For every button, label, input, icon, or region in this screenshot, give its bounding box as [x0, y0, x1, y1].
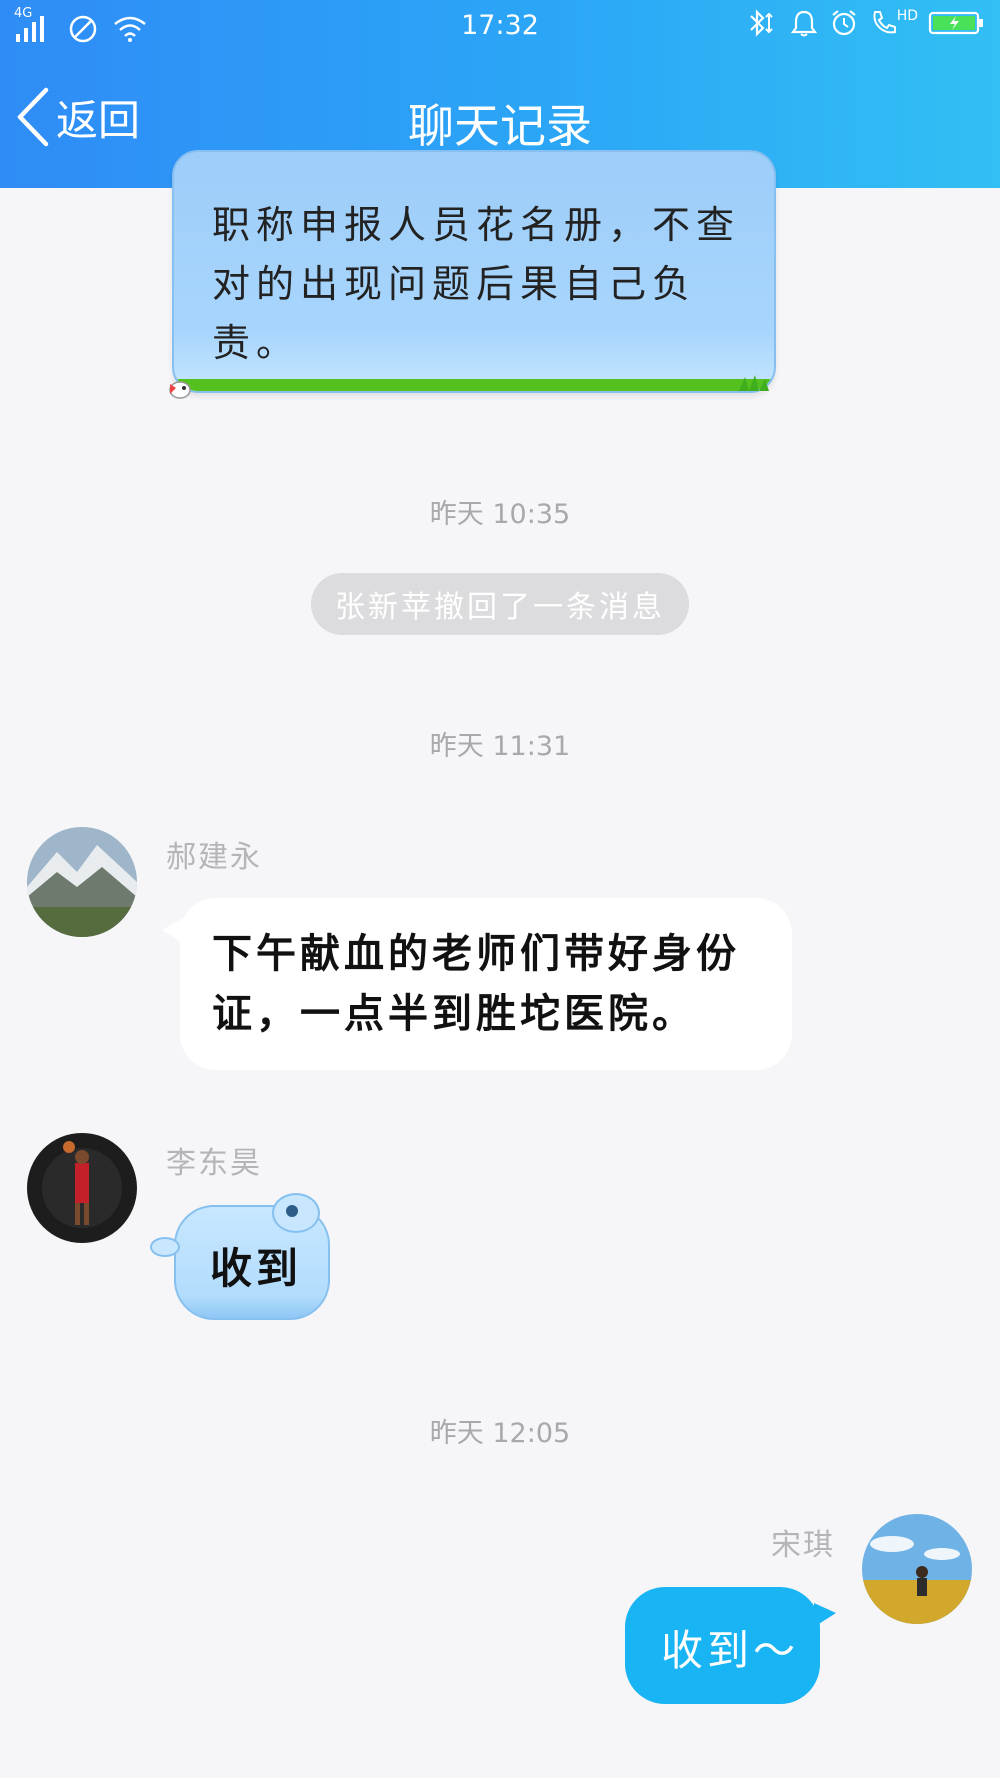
bubble-tail [150, 1237, 180, 1257]
avatar[interactable] [862, 1514, 972, 1624]
timestamp: 昨天 12:05 [429, 1418, 571, 1449]
message-text: 收到 [210, 1244, 303, 1293]
sender-name: 宋琪 [771, 1528, 835, 1563]
message-bubble[interactable]: 下午献血的老师们带好身份证，一点半到胜坨医院。 [162, 898, 792, 1070]
fish-sticker-icon [169, 381, 191, 399]
alarm-icon [832, 10, 856, 36]
recall-notice: 张新苹撤回了一条消息 [311, 573, 689, 635]
sender-name: 李东昊 [166, 1146, 262, 1181]
hd-label: HD [896, 8, 918, 24]
grass-tuft-icon [739, 375, 769, 391]
page-title: 聊天记录 [408, 99, 592, 153]
message-text: 下午献血的老师们带好身份证，一点半到胜坨医院。 [212, 930, 740, 1037]
bluetooth-icon [749, 9, 773, 37]
bubble-tail [814, 1603, 836, 1627]
bell-icon [790, 10, 817, 37]
timestamp: 昨天 11:31 [429, 731, 571, 762]
avatar[interactable] [27, 1133, 137, 1243]
hd-call-icon [873, 11, 896, 34]
status-bar: 4G 17:32 HD [0, 0, 1000, 52]
bubble-eye-decoration [286, 1205, 298, 1217]
status-right: HD [745, 8, 986, 38]
message-text: 职称申报人员花名册，不查对的出现问题后果自己负责。 [212, 203, 741, 365]
message-bubble-own[interactable]: 收到～ [625, 1587, 836, 1704]
bubble-grass-decoration [174, 379, 774, 391]
sender-name: 郝建永 [166, 840, 262, 875]
timestamp: 昨天 10:35 [429, 499, 571, 530]
message-text: 收到～ [661, 1626, 800, 1675]
avatar-basketball-image [27, 1133, 137, 1243]
bubble-tail [162, 918, 184, 944]
message-bubble-themed[interactable]: 职称申报人员花名册，不查对的出现问题后果自己负责。 [172, 150, 776, 393]
message-bubble-themed[interactable]: 收到 [150, 1193, 330, 1320]
avatar[interactable] [27, 827, 137, 937]
battery-icon [928, 11, 983, 35]
avatar-field-image [862, 1514, 972, 1624]
hd-call-indicator: HD [869, 8, 918, 38]
avatar-mountain-image [27, 827, 137, 937]
